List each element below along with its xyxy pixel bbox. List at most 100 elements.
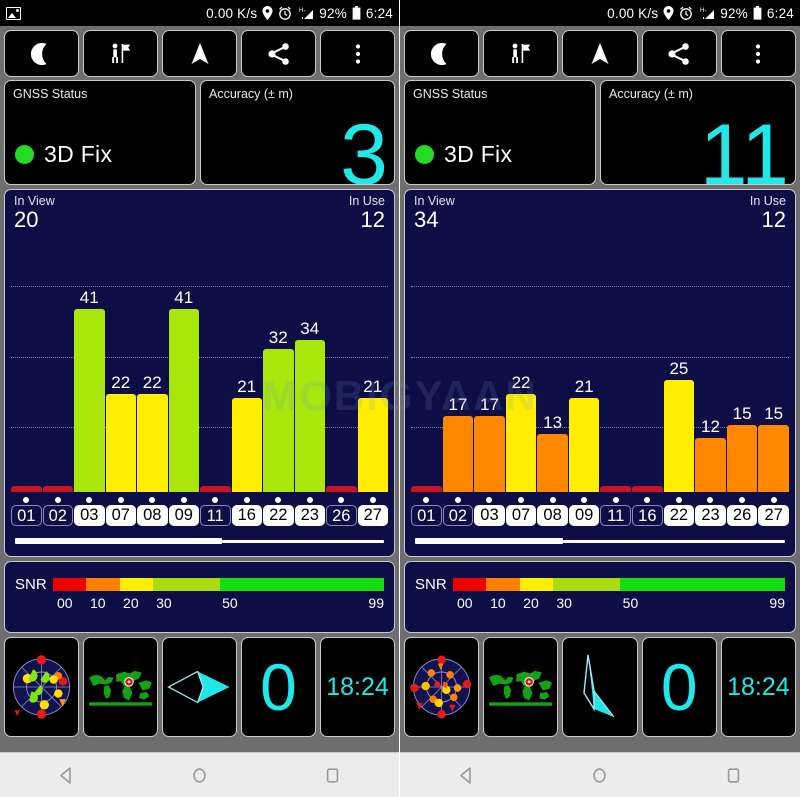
satellite-bar-rect: [632, 486, 663, 492]
satellite-axis-cell[interactable]: 02: [42, 497, 73, 526]
satellite-snr-chart[interactable]: In View 34 In Use 12 17 17 22 13 21 25 12 15 15 …: [404, 189, 796, 557]
satellite-axis-cell[interactable]: 09: [168, 497, 199, 526]
satellite-axis-cell[interactable]: 03: [74, 497, 105, 526]
snr-tick-label: 00: [457, 595, 473, 611]
snr-tick-label: 50: [622, 595, 639, 611]
satellite-axis-cell[interactable]: 08: [537, 497, 568, 526]
world-map-widget[interactable]: [483, 637, 559, 737]
satellite-bar-rect: [568, 398, 600, 492]
satellite-axis-cell[interactable]: 08: [137, 497, 168, 526]
navigate-button[interactable]: [162, 30, 237, 77]
satellite-axis-cell[interactable]: 22: [663, 497, 695, 526]
alarm-clock-icon: [279, 6, 292, 20]
share-icon: [668, 42, 690, 65]
night-mode-button[interactable]: [404, 30, 480, 77]
nav-back-button[interactable]: [437, 753, 497, 797]
satellite-axis-cell[interactable]: 01: [411, 497, 442, 526]
signal-bars-icon: H+: [299, 8, 314, 19]
satellite-dot-icon: [739, 497, 746, 503]
satellite-dot-icon: [581, 497, 588, 503]
gnss-status-title: GNSS Status: [13, 87, 88, 101]
world-map-icon: [489, 670, 553, 706]
accuracy-card[interactable]: Accuracy (± m) 3: [200, 80, 395, 185]
satellite-axis-cell[interactable]: 01: [11, 497, 42, 526]
satellite-bar-value: 13: [543, 413, 563, 432]
bottom-widgets-row: 0 18:24: [400, 633, 800, 741]
satellite-bar: 21: [357, 226, 388, 492]
satellite-axis-cell[interactable]: 16: [632, 497, 663, 526]
sky-plot-widget[interactable]: [404, 637, 480, 737]
satellite-bar: 13: [537, 226, 568, 492]
satellite-axis-cell[interactable]: 26: [726, 497, 758, 526]
satellite-dot-icon: [338, 497, 345, 503]
home-circle-icon: [593, 767, 607, 783]
satellite-axis-cell[interactable]: 26: [326, 497, 357, 526]
satellite-id-badge: 01: [411, 505, 442, 526]
satellite-axis-cell[interactable]: 07: [505, 497, 537, 526]
satellite-axis-cell[interactable]: 11: [600, 497, 632, 526]
satellite-bar-rect: [263, 349, 294, 492]
satellite-bar-value: 32: [268, 328, 288, 347]
satellite-bar-value: 34: [300, 319, 320, 338]
satellite-axis-cell[interactable]: 27: [357, 497, 388, 526]
compass-widget[interactable]: [562, 637, 638, 737]
satellite-axis-cell[interactable]: 23: [294, 497, 325, 526]
chart-scrollbar[interactable]: [415, 538, 785, 544]
navigate-button[interactable]: [562, 30, 638, 77]
location-pin-icon: [262, 6, 273, 20]
sky-plot-icon: [12, 655, 71, 719]
satellite-axis-cell[interactable]: 02: [442, 497, 474, 526]
satellite-snr-chart[interactable]: In View 20 In Use 12 41 22 22 41 21 32 34 21 01…: [4, 189, 395, 557]
satellite-id-badge: 07: [505, 505, 537, 526]
chart-bars: 17 17 22 13 21 25 12 15 15: [411, 226, 789, 492]
nav-recents-button[interactable]: [303, 753, 363, 797]
night-mode-button[interactable]: [4, 30, 79, 77]
satellite-bar-rect: [74, 309, 105, 492]
set-marker-button[interactable]: [483, 30, 559, 77]
satellite-bar: [11, 226, 42, 492]
satellite-dot-icon: [149, 497, 156, 503]
satellite-dot-icon: [675, 497, 682, 503]
accuracy-card[interactable]: Accuracy (± m) 11: [600, 80, 796, 185]
satellite-axis-cell[interactable]: 16: [231, 497, 262, 526]
share-button[interactable]: [241, 30, 316, 77]
satellite-bar-value: 22: [111, 373, 131, 392]
speed-widget[interactable]: 0: [241, 637, 316, 737]
accuracy-title: Accuracy (± m): [209, 87, 293, 101]
satellite-bar: [326, 226, 357, 492]
signal-bars-icon: H+: [700, 8, 715, 19]
speed-widget[interactable]: 0: [641, 637, 717, 737]
nav-recents-button[interactable]: [703, 753, 763, 797]
gnss-status-card[interactable]: GNSS Status 3D Fix: [4, 80, 196, 185]
satellite-bar-rect: [600, 486, 632, 492]
time-widget[interactable]: 18:24: [720, 637, 797, 737]
satellite-axis-cell[interactable]: 27: [758, 497, 789, 526]
sky-plot-widget[interactable]: [4, 637, 79, 737]
nav-back-button[interactable]: [37, 753, 97, 797]
compass-widget[interactable]: [162, 637, 237, 737]
time-widget[interactable]: 18:24: [320, 637, 395, 737]
navigation-arrow-icon: [191, 42, 208, 64]
satellite-axis-cell[interactable]: 07: [105, 497, 136, 526]
satellite-axis-cell[interactable]: 23: [695, 497, 726, 526]
satellite-axis-cell[interactable]: 22: [263, 497, 294, 526]
satellite-dot-icon: [54, 497, 61, 503]
satellite-bar-rect: [474, 416, 505, 492]
overflow-menu-button[interactable]: [720, 30, 797, 77]
satellite-axis-cell[interactable]: 03: [474, 497, 505, 526]
snr-scale-ticks: 00 10 20 30 50 99: [457, 595, 785, 615]
satellite-axis-cell[interactable]: 11: [200, 497, 231, 526]
snr-tick-label: 00: [57, 595, 73, 611]
chart-scrollbar[interactable]: [15, 538, 384, 544]
snr-legend-label: SNR: [15, 576, 47, 593]
nav-home-button[interactable]: [170, 753, 230, 797]
satellite-axis-cell[interactable]: 09: [568, 497, 600, 526]
satellite-bar-value: 15: [732, 404, 752, 423]
overflow-menu-button[interactable]: [320, 30, 395, 77]
gnss-status-card[interactable]: GNSS Status 3D Fix: [404, 80, 596, 185]
nav-home-button[interactable]: [570, 753, 630, 797]
share-button[interactable]: [641, 30, 717, 77]
world-map-widget[interactable]: [83, 637, 158, 737]
set-marker-button[interactable]: [83, 30, 158, 77]
satellite-bar: [632, 226, 663, 492]
